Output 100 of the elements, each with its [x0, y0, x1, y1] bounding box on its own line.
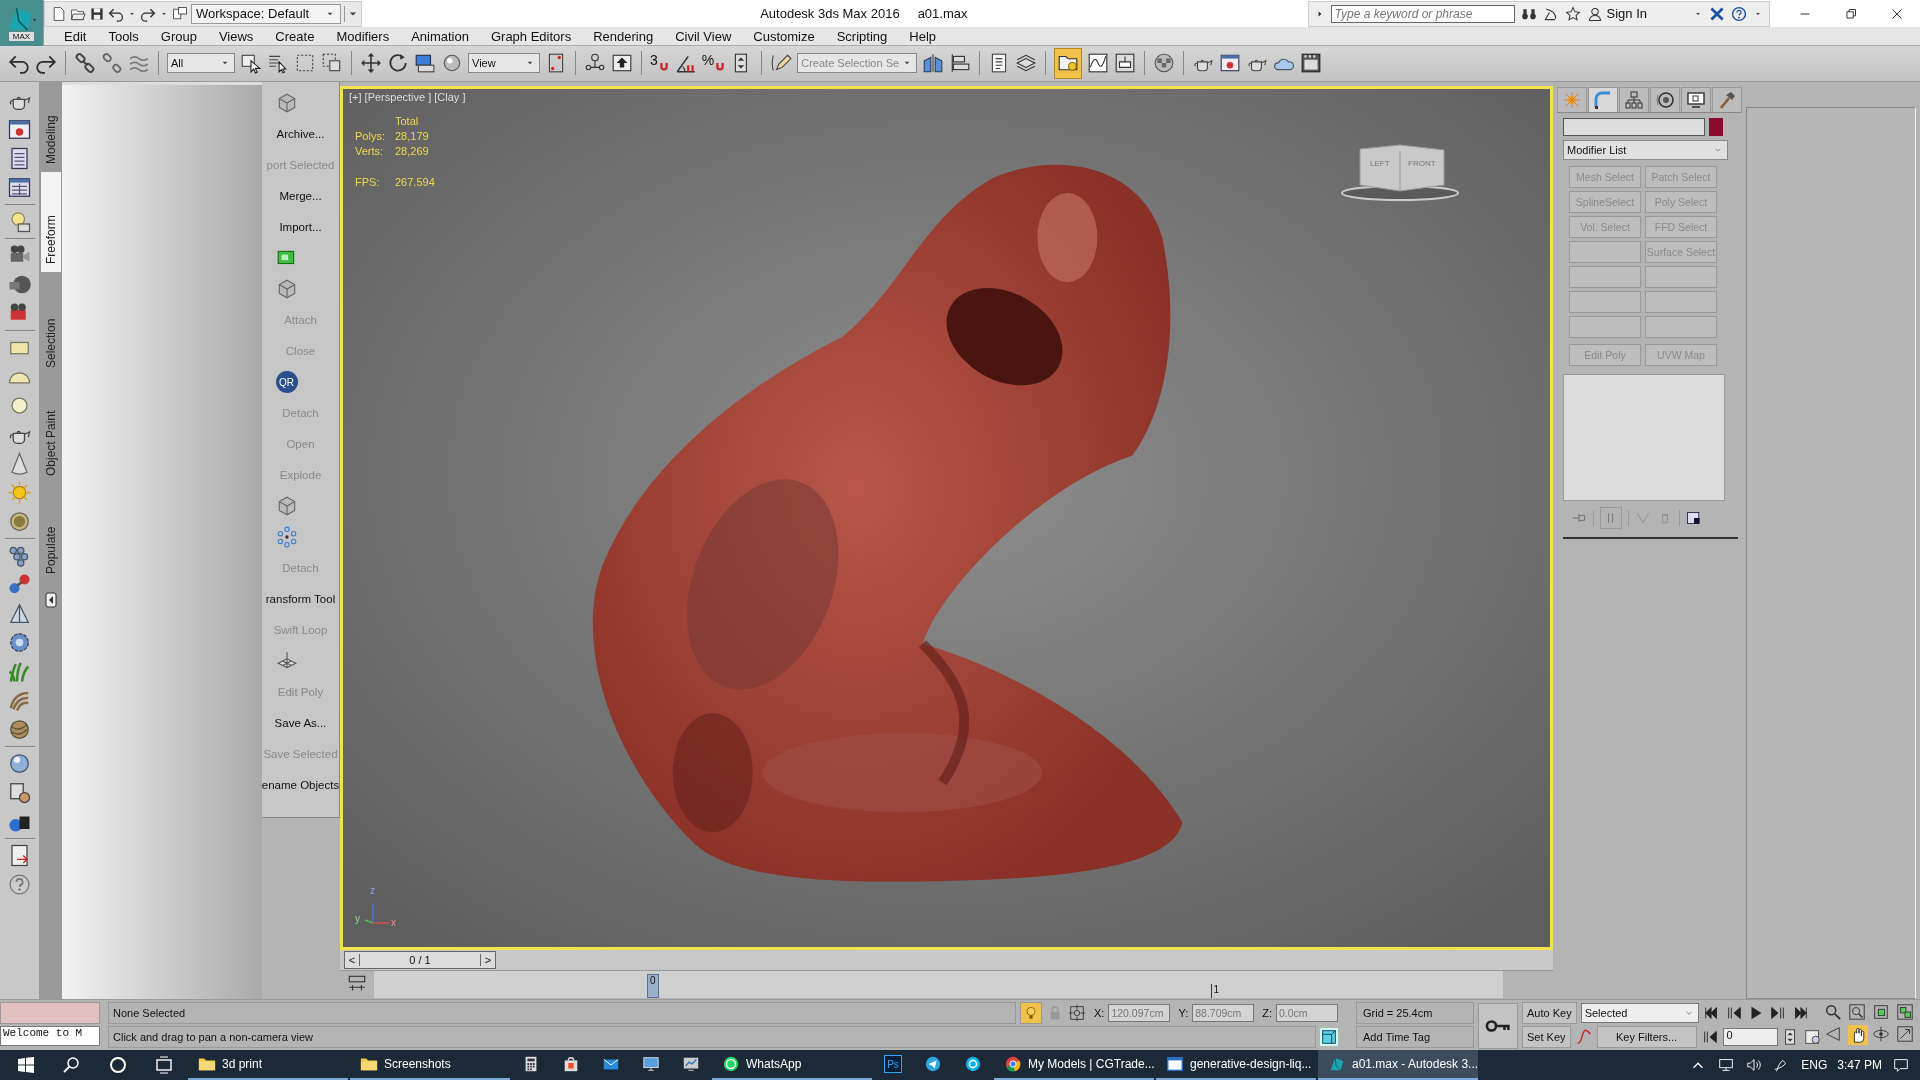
orbit-icon[interactable]: [1872, 1025, 1890, 1043]
cursor-box-icon[interactable]: [240, 52, 262, 75]
ribbon-command[interactable]: ename Objects: [261, 769, 340, 801]
key-filters-button[interactable]: Key Filters...: [1596, 1026, 1697, 1048]
command-panel-tab[interactable]: [1650, 86, 1680, 112]
network-icon[interactable]: [1717, 1056, 1736, 1074]
time-configuration-icon[interactable]: [1804, 1028, 1822, 1046]
next-frame-button[interactable]: >: [480, 953, 495, 966]
workspace-dropdown[interactable]: Workspace: Default: [191, 3, 341, 24]
add-time-tag-field[interactable]: Add Time Tag: [1356, 1026, 1474, 1048]
pyramid-icon[interactable]: [7, 600, 32, 626]
taskbar-app[interactable]: generative-design-liq...: [1156, 1050, 1316, 1080]
snap-toggle[interactable]: 3: [650, 52, 670, 75]
ribbon-tab[interactable]: Object Paint: [41, 375, 61, 484]
ribbon-command[interactable]: Save As...: [261, 707, 340, 739]
track-bar[interactable]: 0 1: [374, 970, 1503, 998]
align-icon[interactable]: [949, 52, 972, 75]
time-slider[interactable]: < 0 / 1 >: [344, 950, 496, 969]
collapse-icon[interactable]: [45, 591, 57, 608]
isolate-toggle-button[interactable]: [1020, 1002, 1042, 1024]
percent-snap-toggle[interactable]: %: [701, 52, 727, 75]
frame-window-icon[interactable]: [1300, 52, 1323, 75]
explorer-toggle-button[interactable]: [1054, 48, 1083, 79]
viewport[interactable]: [+] [Perspective ] [Clay ] Total Polys: 28,179 Verts: 28,269 FPS: 267.594 LEFT FRONT z y x: [340, 85, 1553, 950]
menu-item[interactable]: Views: [210, 28, 268, 44]
badge-icon[interactable]: QR: [275, 371, 298, 394]
star-icon[interactable]: [1564, 5, 1581, 22]
sign-in-button[interactable]: Sign In: [1586, 5, 1687, 22]
clock[interactable]: 3:47 PM: [1837, 1058, 1882, 1072]
taskbar-app[interactable]: WhatsApp: [712, 1050, 872, 1080]
menu-item[interactable]: Tools: [100, 28, 153, 44]
ribbon-command[interactable]: Merge...: [261, 180, 340, 212]
menu-item[interactable]: Create: [267, 28, 329, 44]
listener-input-field[interactable]: [0, 1002, 100, 1024]
broken-link-icon[interactable]: [101, 52, 123, 75]
viewport-label[interactable]: [+] [Perspective ] [Clay ]: [349, 90, 466, 103]
object-color-swatch[interactable]: [1709, 117, 1723, 136]
taskbar-app[interactable]: 3d print: [188, 1050, 348, 1080]
modifier-list-dropdown[interactable]: Modifier List: [1563, 139, 1728, 160]
notification-icon[interactable]: [1892, 1056, 1910, 1074]
cube-icon[interactable]: [1320, 1028, 1338, 1046]
menu-item[interactable]: Animation: [403, 28, 483, 44]
configure-icon[interactable]: [1686, 509, 1702, 526]
frame-marker[interactable]: 0: [647, 973, 659, 998]
taskbar-app[interactable]: My Models | CGTrade...: [994, 1050, 1154, 1080]
curve-editor-icon[interactable]: [1087, 52, 1110, 75]
chain-link-icon[interactable]: [74, 52, 96, 75]
menu-item[interactable]: Modifiers: [328, 28, 404, 44]
maximize-viewport-icon[interactable]: [1896, 1025, 1914, 1043]
taskbar-app[interactable]: Ps: [874, 1050, 912, 1080]
language-indicator[interactable]: ENG: [1801, 1058, 1828, 1072]
ribbon-command[interactable]: ransform Tool: [261, 583, 340, 615]
zoom-extents-icon[interactable]: [1872, 1003, 1890, 1021]
stacked-rectangles-icon[interactable]: [414, 52, 436, 75]
listener-output-field[interactable]: Welcome to M: [0, 1026, 100, 1046]
command-panel-tab[interactable]: [1619, 86, 1649, 112]
zoom-all-icon[interactable]: [1848, 1003, 1866, 1021]
zoom-icon[interactable]: [1824, 1003, 1842, 1021]
menu-item[interactable]: Customize: [745, 28, 829, 44]
project-icon[interactable]: [172, 5, 188, 22]
app-menu-button[interactable]: MAX: [0, 0, 44, 46]
speaker-icon[interactable]: [1745, 1056, 1764, 1074]
dots-ring-icon[interactable]: [275, 526, 298, 549]
command-panel-tab[interactable]: [1681, 86, 1711, 112]
search-field[interactable]: Type a keyword or phrase: [1330, 4, 1515, 23]
set-key-button[interactable]: [1478, 1003, 1518, 1049]
reference-coordinate-dropdown[interactable]: View: [468, 53, 540, 74]
crosshair-icon[interactable]: [1068, 1004, 1086, 1022]
auto-key-button[interactable]: Auto Key: [1522, 1002, 1577, 1024]
field-of-view-icon[interactable]: [1824, 1025, 1842, 1043]
menu-item[interactable]: Civil View: [667, 28, 746, 44]
schematic-icon[interactable]: [1114, 52, 1137, 75]
new-file-icon[interactable]: [51, 5, 67, 22]
menu-item[interactable]: Edit: [56, 28, 101, 44]
ribbon-tab[interactable]: Modeling: [41, 83, 61, 172]
taskbar-app[interactable]: Screenshots: [350, 1050, 510, 1080]
help-icon[interactable]: [1731, 5, 1747, 22]
pan-button[interactable]: [1848, 1025, 1868, 1045]
set-key-mode-button[interactable]: Set Key: [1522, 1026, 1571, 1048]
key-mode-dropdown[interactable]: Selected: [1580, 1003, 1699, 1023]
menu-item[interactable]: Graph Editors: [482, 28, 586, 44]
menu-item[interactable]: Rendering: [585, 28, 668, 44]
zoom-extents-all-icon[interactable]: [1896, 1003, 1914, 1021]
menu-item[interactable]: Group: [152, 28, 211, 44]
ribbon-tab[interactable]: Populate: [41, 483, 61, 582]
mirror-icon[interactable]: [922, 52, 945, 75]
object-name-field[interactable]: [1563, 117, 1705, 136]
menu-item[interactable]: Scripting: [828, 28, 902, 44]
save-icon[interactable]: [89, 5, 105, 22]
ribbon-command[interactable]: Archive...: [261, 118, 340, 150]
taskbar-app[interactable]: a01.max - Autodesk 3...: [1318, 1050, 1478, 1080]
previous-frame-button[interactable]: <: [345, 953, 360, 966]
exchange-icon[interactable]: [1709, 5, 1725, 22]
move-icon[interactable]: [360, 52, 382, 75]
next-frame-icon[interactable]: [1768, 1004, 1787, 1022]
ribbon-tab[interactable]: Selection: [41, 271, 61, 376]
selection-filter-dropdown[interactable]: All: [167, 53, 235, 74]
current-frame-field[interactable]: 0: [1722, 1028, 1778, 1046]
command-panel-tab[interactable]: [1712, 86, 1742, 112]
checker-sphere-icon[interactable]: [1153, 52, 1176, 75]
